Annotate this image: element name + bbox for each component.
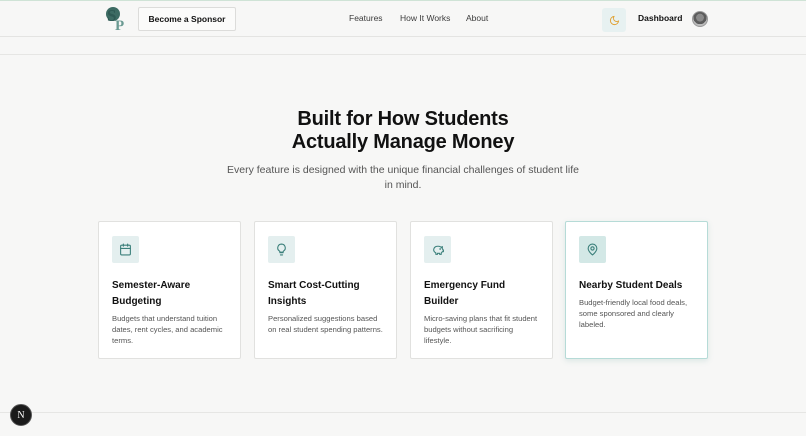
feature-title: Nearby Student Deals	[579, 280, 683, 291]
feature-card-student-deals[interactable]: Nearby Student Deals Budget-friendly loc…	[565, 221, 708, 359]
nav-about-link[interactable]: About	[466, 13, 488, 23]
nav-how-it-works-link[interactable]: How It Works	[400, 13, 450, 23]
section-divider	[0, 54, 806, 55]
feature-title: Smart Cost-Cutting Insights	[268, 280, 360, 307]
feature-card-emergency-fund[interactable]: Emergency Fund Builder Micro-saving plan…	[410, 221, 553, 359]
heading-line-2: Actually Manage Money	[291, 131, 515, 153]
feature-description: Budget-friendly local food deals, some s…	[579, 298, 688, 329]
subtitle-line-1: Every feature is designed with the uniqu…	[227, 164, 579, 176]
subtitle-line-2: in mind.	[384, 179, 422, 191]
svg-text:P: P	[115, 18, 124, 33]
logo-icon[interactable]: S P	[104, 5, 130, 34]
feature-card-cost-cutting[interactable]: Smart Cost-Cutting Insights Personalized…	[254, 221, 397, 359]
map-pin-icon	[587, 243, 598, 256]
section-subtitle: Every feature is designed with the uniqu…	[223, 163, 583, 193]
theme-toggle-button[interactable]	[602, 8, 626, 32]
nav-features-link[interactable]: Features	[349, 13, 383, 23]
site-header: S P Become a Sponsor Features How It Wor…	[0, 1, 806, 37]
heading-line-1: Built for How Students	[297, 108, 509, 130]
section-divider-bottom	[0, 412, 806, 413]
lightbulb-icon	[277, 243, 286, 256]
feature-title: Emergency Fund Builder	[424, 280, 506, 307]
feature-description: Budgets that understand tuition dates, r…	[112, 314, 223, 345]
next-dev-tools-button[interactable]: N	[10, 404, 32, 426]
feature-title: Semester-Aware Budgeting	[112, 280, 191, 307]
dashboard-link[interactable]: Dashboard	[638, 13, 682, 23]
moon-icon	[609, 15, 619, 25]
section-heading: Built for How Students Actually Manage M…	[203, 108, 603, 154]
feature-description: Micro-saving plans that fit student budg…	[424, 314, 538, 345]
become-sponsor-button[interactable]: Become a Sponsor	[138, 7, 236, 31]
feature-card-semester-budgeting[interactable]: Semester-Aware Budgeting Budgets that un…	[98, 221, 241, 359]
calendar-icon	[120, 243, 131, 256]
piggy-bank-icon	[432, 245, 444, 255]
avatar[interactable]	[692, 11, 708, 27]
feature-description: Personalized suggestions based on real s…	[268, 314, 383, 334]
